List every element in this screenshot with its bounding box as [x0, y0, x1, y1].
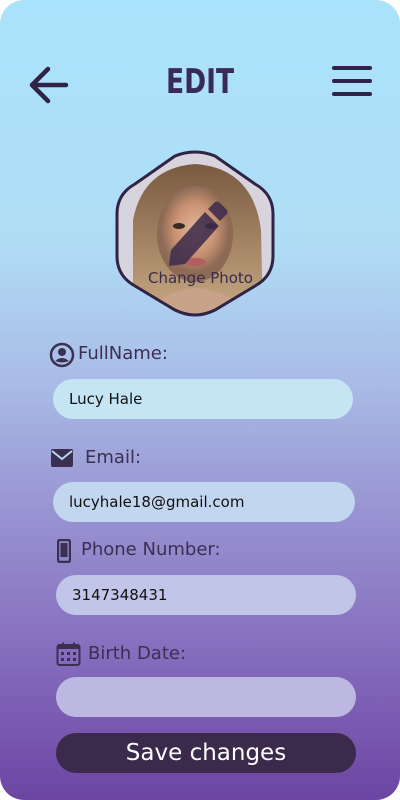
email-label: Email:: [85, 447, 142, 468]
profile-photo[interactable]: [113, 150, 278, 318]
fullname-input[interactable]: [53, 379, 353, 419]
email-input[interactable]: [53, 482, 355, 522]
envelope-icon: [51, 449, 73, 467]
profile-photo-image: [115, 150, 275, 317]
back-button[interactable]: [26, 62, 72, 108]
fullname-label: FullName:: [78, 343, 168, 364]
user-circle-icon: [49, 342, 75, 368]
edit-profile-screen: EDIT Change Photo FullName: Lucy Hale Em…: [0, 0, 400, 800]
smartphone-icon: [57, 539, 71, 563]
phone-label: Phone Number:: [81, 539, 221, 560]
calendar-icon: [56, 642, 81, 666]
menu-button[interactable]: [330, 62, 376, 102]
save-changes-button[interactable]: Save changes: [56, 733, 356, 773]
birthdate-input[interactable]: [56, 677, 356, 717]
birthdate-label: Birth Date:: [88, 643, 187, 664]
change-photo-label[interactable]: Change Photo: [113, 269, 288, 287]
arrow-left-icon: [29, 66, 69, 104]
page-title: EDIT: [44, 62, 356, 102]
phone-input[interactable]: [56, 575, 356, 615]
page-title-text: EDIT: [165, 62, 235, 102]
hamburger-menu-icon: [332, 66, 372, 96]
